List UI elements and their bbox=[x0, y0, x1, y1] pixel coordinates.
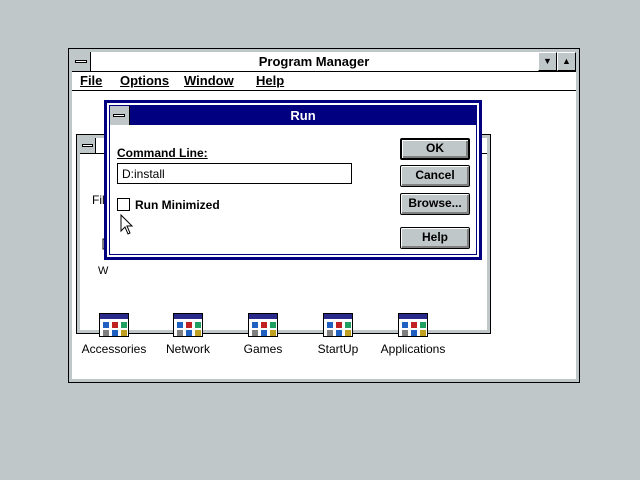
maximize-button[interactable]: ▲ bbox=[557, 52, 576, 71]
run-system-menu-icon bbox=[113, 114, 125, 117]
command-line-label-text: Command Line: bbox=[117, 146, 208, 160]
ok-button[interactable]: OK bbox=[400, 138, 470, 160]
group-icon-network[interactable]: Network bbox=[153, 313, 223, 356]
menu-window[interactable]: Window bbox=[184, 73, 234, 88]
main-group-system-menu-icon bbox=[82, 144, 93, 147]
run-dialog: Run Command Line: Run Minimized OK Cance… bbox=[104, 100, 482, 260]
menu-file-label: File bbox=[80, 73, 103, 88]
group-label: StartUp bbox=[317, 342, 359, 356]
run-dialog-body: Run Command Line: Run Minimized OK Cance… bbox=[109, 105, 477, 255]
main-group-partial-label: W bbox=[98, 265, 109, 277]
group-icon-accessories[interactable]: Accessories bbox=[79, 313, 149, 356]
run-dialog-titlebar[interactable]: Run bbox=[110, 106, 476, 125]
window-title: Program Manager bbox=[258, 54, 370, 69]
games-group-icon bbox=[248, 313, 278, 337]
accessories-group-icon bbox=[99, 313, 129, 337]
menu-options[interactable]: Options bbox=[120, 73, 169, 88]
run-minimized-checkbox[interactable] bbox=[117, 198, 130, 211]
run-dialog-title: Run bbox=[290, 108, 316, 123]
group-label: Applications bbox=[380, 342, 446, 356]
command-line-input[interactable] bbox=[117, 163, 352, 184]
help-button[interactable]: Help bbox=[400, 227, 470, 249]
run-system-menu-button[interactable] bbox=[110, 106, 130, 125]
system-menu-icon bbox=[75, 60, 87, 63]
network-group-icon bbox=[173, 313, 203, 337]
group-icon-applications[interactable]: Applications bbox=[378, 313, 448, 356]
browse-button[interactable]: Browse... bbox=[400, 193, 470, 215]
command-line-label: Command Line: bbox=[117, 146, 208, 160]
group-icon-startup[interactable]: StartUp bbox=[303, 313, 373, 356]
minimize-button[interactable]: ▼ bbox=[538, 52, 557, 71]
run-minimized-label[interactable]: Run Minimized bbox=[135, 198, 220, 212]
group-label: Games bbox=[243, 342, 283, 356]
menu-options-label: Options bbox=[120, 73, 170, 88]
menu-window-label: Window bbox=[184, 73, 234, 88]
system-menu-button[interactable] bbox=[72, 52, 91, 71]
group-label: Network bbox=[165, 342, 210, 356]
menu-file[interactable]: File bbox=[80, 73, 102, 88]
startup-group-icon bbox=[323, 313, 353, 337]
applications-group-icon bbox=[398, 313, 428, 337]
program-manager-titlebar[interactable]: Program Manager ▼ ▲ bbox=[72, 52, 576, 72]
menu-help-label: Help bbox=[256, 73, 285, 88]
cancel-button[interactable]: Cancel bbox=[400, 165, 470, 187]
mouse-pointer-icon bbox=[120, 214, 134, 235]
group-icon-games[interactable]: Games bbox=[228, 313, 298, 356]
menu-help[interactable]: Help bbox=[256, 73, 284, 88]
main-group-system-menu[interactable] bbox=[80, 138, 96, 153]
group-label: Accessories bbox=[81, 342, 147, 356]
menu-bar: File Options Window Help bbox=[72, 72, 576, 91]
